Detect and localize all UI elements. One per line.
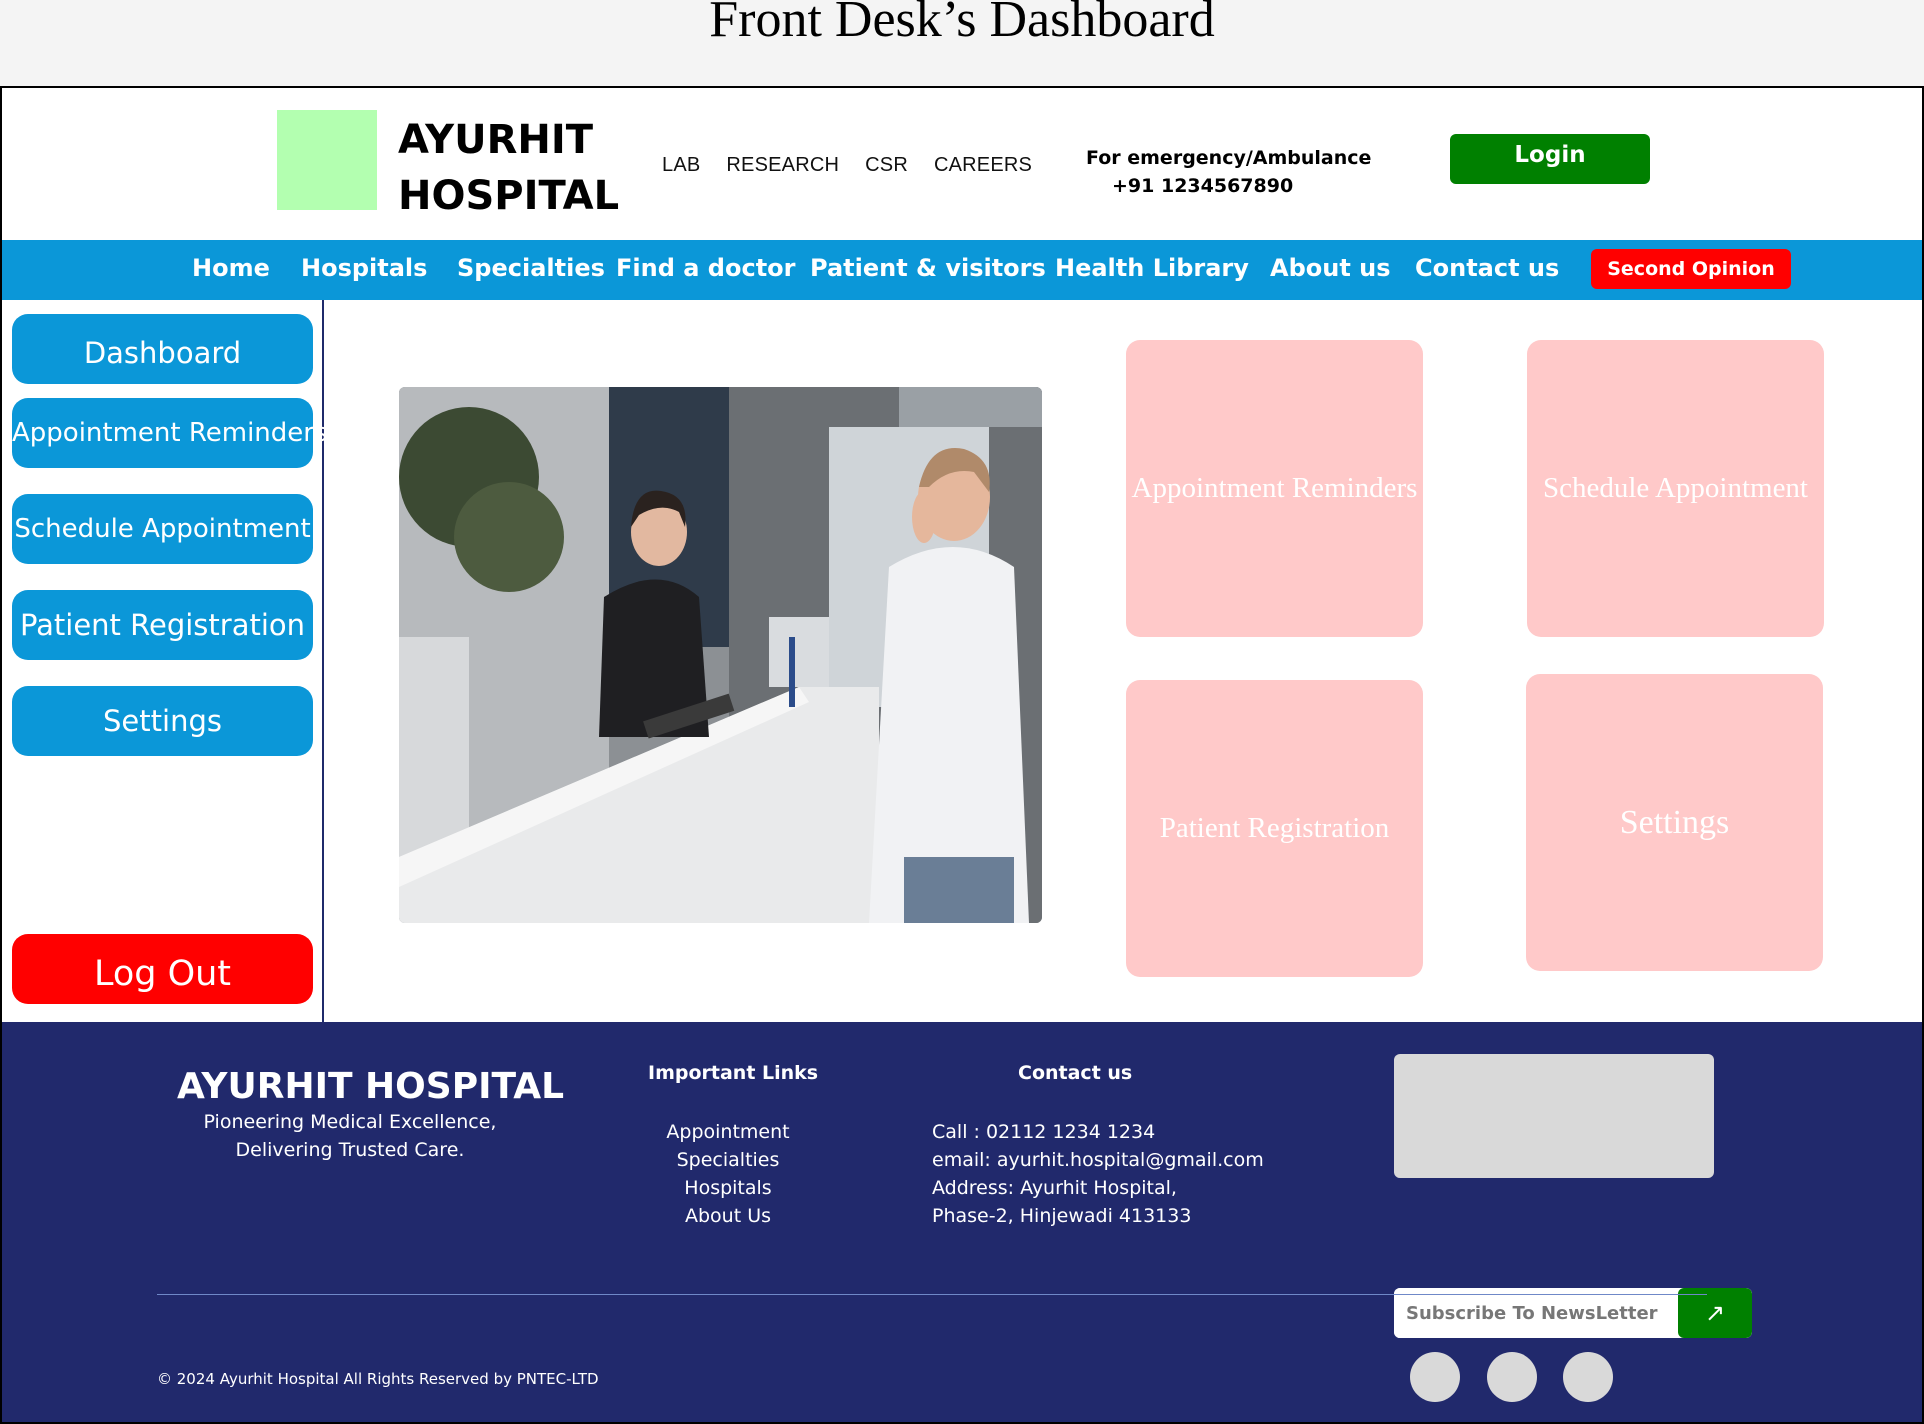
sidebar-item-appointment-reminders[interactable]: Appointment Reminders bbox=[12, 398, 328, 468]
nav-specialties[interactable]: Specialties bbox=[457, 254, 605, 282]
footer-contact-email: email: ayurhit.hospital@gmail.com bbox=[932, 1149, 1264, 1171]
newsletter-input[interactable] bbox=[1394, 1288, 1680, 1338]
top-link-careers[interactable]: CAREERS bbox=[934, 154, 1032, 177]
social-icon-1[interactable] bbox=[1410, 1352, 1460, 1402]
sidebar-item-settings[interactable]: Settings bbox=[12, 686, 313, 756]
footer-contact-address-1: Address: Ayurhit Hospital, bbox=[932, 1177, 1177, 1199]
nav-find-doctor[interactable]: Find a doctor bbox=[616, 254, 795, 282]
footer-contact-address-2: Phase-2, Hinjewadi 413133 bbox=[932, 1205, 1192, 1227]
top-link-csr[interactable]: CSR bbox=[865, 154, 908, 177]
footer-link-appointment[interactable]: Appointment bbox=[628, 1118, 828, 1146]
site-header: AYURHIT HOSPITAL LAB RESEARCH CSR CAREER… bbox=[2, 88, 1922, 240]
newsletter-form: ↗ bbox=[1394, 1288, 1752, 1338]
sidebar-item-dashboard[interactable]: Dashboard bbox=[12, 314, 313, 384]
emergency-label: For emergency/Ambulance bbox=[1086, 147, 1372, 169]
arrow-up-right-icon: ↗ bbox=[1704, 1299, 1726, 1327]
newsletter-submit-button[interactable]: ↗ bbox=[1678, 1288, 1752, 1338]
sidebar-item-patient-registration[interactable]: Patient Registration bbox=[12, 590, 313, 660]
sidebar-item-schedule-appointment[interactable]: Schedule Appointment bbox=[12, 494, 313, 564]
second-opinion-button[interactable]: Second Opinion bbox=[1591, 249, 1791, 289]
logout-button[interactable]: Log Out bbox=[12, 934, 313, 1004]
brand-name[interactable]: AYURHIT HOSPITAL bbox=[398, 112, 619, 224]
brand-line-2: HOSPITAL bbox=[398, 173, 620, 219]
brand-line-1: AYURHIT bbox=[398, 117, 594, 163]
nav-hospitals[interactable]: Hospitals bbox=[301, 254, 427, 282]
emergency-contact: For emergency/Ambulance +91 1234567890 bbox=[1086, 144, 1371, 200]
nav-about-us[interactable]: About us bbox=[1270, 254, 1391, 282]
top-link-research[interactable]: RESEARCH bbox=[726, 154, 839, 177]
nav-health-library[interactable]: Health Library bbox=[1055, 254, 1249, 282]
footer-tagline-line-1: Pioneering Medical Excellence, bbox=[203, 1111, 497, 1133]
footer-copyright: © 2024 Ayurhit Hospital All Rights Reser… bbox=[157, 1370, 599, 1388]
footer-links: Appointment Specialties Hospitals About … bbox=[628, 1118, 828, 1230]
sidebar: Dashboard Appointment Reminders Schedule… bbox=[2, 300, 328, 1023]
login-button[interactable]: Login bbox=[1450, 134, 1650, 184]
tile-schedule-appointment[interactable]: Schedule Appointment bbox=[1527, 340, 1824, 637]
reception-photo bbox=[399, 387, 1042, 923]
site-footer: AYURHIT HOSPITAL Pioneering Medical Exce… bbox=[2, 1022, 1922, 1422]
footer-tagline-line-2: Delivering Trusted Care. bbox=[235, 1139, 465, 1161]
emergency-phone[interactable]: +91 1234567890 bbox=[1086, 172, 1371, 200]
logo-placeholder[interactable] bbox=[277, 110, 377, 210]
footer-contact-heading: Contact us bbox=[1018, 1062, 1133, 1084]
footer-link-hospitals[interactable]: Hospitals bbox=[628, 1174, 828, 1202]
footer-links-heading: Important Links bbox=[648, 1062, 819, 1084]
footer-map-placeholder bbox=[1394, 1054, 1714, 1178]
nav-home[interactable]: Home bbox=[192, 254, 270, 282]
nav-contact-us[interactable]: Contact us bbox=[1415, 254, 1559, 282]
nav-patient-visitors[interactable]: Patient & visitors bbox=[810, 254, 1046, 282]
footer-divider bbox=[157, 1294, 1707, 1295]
footer-contact-call: Call : 02112 1234 1234 bbox=[932, 1121, 1156, 1143]
website-frame: AYURHIT HOSPITAL LAB RESEARCH CSR CAREER… bbox=[0, 86, 1924, 1424]
tile-settings[interactable]: Settings bbox=[1526, 674, 1823, 971]
footer-link-about-us[interactable]: About Us bbox=[628, 1202, 828, 1230]
reception-photo-illustration bbox=[399, 387, 1042, 923]
footer-tagline: Pioneering Medical Excellence, Deliverin… bbox=[180, 1108, 520, 1164]
footer-link-specialties[interactable]: Specialties bbox=[628, 1146, 828, 1174]
tile-appointment-reminders[interactable]: Appointment Reminders bbox=[1126, 340, 1423, 637]
footer-brand: AYURHIT HOSPITAL bbox=[177, 1066, 565, 1107]
social-icon-3[interactable] bbox=[1563, 1352, 1613, 1402]
page-title: Front Desk’s Dashboard bbox=[709, 0, 1215, 48]
social-icon-2[interactable] bbox=[1487, 1352, 1537, 1402]
footer-contact-info: Call : 02112 1234 1234 email: ayurhit.ho… bbox=[932, 1118, 1264, 1230]
top-link-lab[interactable]: LAB bbox=[662, 154, 700, 177]
main-nav: Home Hospitals Specialties Find a doctor… bbox=[2, 240, 1922, 300]
tile-patient-registration[interactable]: Patient Registration bbox=[1126, 680, 1423, 977]
top-links: LAB RESEARCH CSR CAREERS bbox=[662, 154, 1032, 177]
